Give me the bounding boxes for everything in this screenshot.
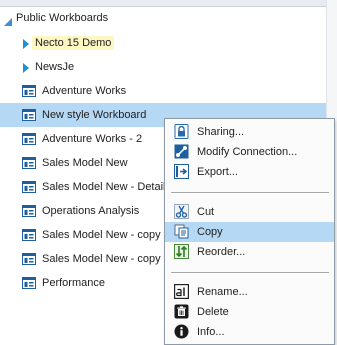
menu-item-label: Cut <box>197 206 215 218</box>
menu-item-info[interactable]: Info... <box>165 322 334 342</box>
menu-item-rename[interactable]: Rename... <box>165 282 334 302</box>
menu-item-sharing[interactable]: Sharing... <box>165 122 334 142</box>
tree-item-label: Sales Model New - Detail <box>42 181 166 193</box>
tree-root-label: Public Workboards <box>16 12 109 24</box>
tree-item-label: Performance <box>42 277 105 289</box>
export-icon <box>174 164 189 179</box>
tree-item-label: Sales Model New - copy <box>42 253 161 265</box>
workboard-icon <box>22 277 36 289</box>
menu-item-label: Delete <box>197 306 229 318</box>
tree-item-label: NewsJe <box>35 61 75 73</box>
reorder-icon <box>174 244 189 259</box>
menu-item-cut[interactable]: Cut <box>165 202 334 222</box>
workboard-icon <box>22 109 36 121</box>
menu-item-copy[interactable]: Copy <box>165 222 334 242</box>
tree-item-workboard[interactable]: Adventure Works <box>0 79 326 103</box>
tree-item-folder[interactable]: Necto 15 Demo <box>0 31 326 55</box>
tree-item-label: Necto 15 Demo <box>32 36 115 50</box>
context-menu: Sharing... Modify Connection... Export..… <box>164 118 335 345</box>
menu-item-delete[interactable]: Delete <box>165 302 334 322</box>
tree-item-label: New style Workboard <box>42 109 147 121</box>
workboard-icon <box>22 253 36 265</box>
workboard-icon <box>22 229 36 241</box>
menu-separator <box>171 192 329 194</box>
copy-icon <box>174 224 189 239</box>
scissors-icon <box>174 204 189 219</box>
tree-item-label: Sales Model New - copy <box>42 229 161 241</box>
menu-separator <box>171 272 329 274</box>
workboard-icon <box>22 205 36 217</box>
menu-item-label: Export... <box>197 166 238 178</box>
menu-item-label: Info... <box>197 326 225 338</box>
menu-item-label: Reorder... <box>197 246 246 258</box>
trash-icon <box>174 304 189 319</box>
tree-item-label: Operations Analysis <box>42 205 140 217</box>
rename-icon <box>174 284 189 299</box>
connection-icon <box>174 144 189 159</box>
tree-item-label: Adventure Works - 2 <box>42 133 143 145</box>
menu-item-reorder[interactable]: Reorder... <box>165 242 334 262</box>
workboard-icon <box>22 157 36 169</box>
menu-item-label: Rename... <box>197 286 248 298</box>
workboard-icon <box>22 181 36 193</box>
tree-item-label: Adventure Works <box>42 85 127 97</box>
workboard-icon <box>22 85 36 97</box>
tree-item-label: Sales Model New <box>42 157 128 169</box>
menu-item-label: Copy <box>197 226 223 238</box>
workboard-icon <box>22 133 36 145</box>
expand-arrow-icon[interactable] <box>23 63 29 73</box>
tree-root-public-workboards[interactable]: Public Workboards <box>0 6 326 30</box>
menu-item-label: Modify Connection... <box>197 146 298 158</box>
collapse-arrow-icon[interactable] <box>4 18 12 26</box>
menu-item-export[interactable]: Export... <box>165 162 334 182</box>
menu-item-label: Sharing... <box>197 126 245 138</box>
info-icon <box>174 324 189 339</box>
lock-icon <box>174 124 189 139</box>
expand-arrow-icon[interactable] <box>23 39 29 49</box>
menu-item-modify-connection[interactable]: Modify Connection... <box>165 142 334 162</box>
tree-item-folder[interactable]: NewsJe <box>0 55 326 79</box>
